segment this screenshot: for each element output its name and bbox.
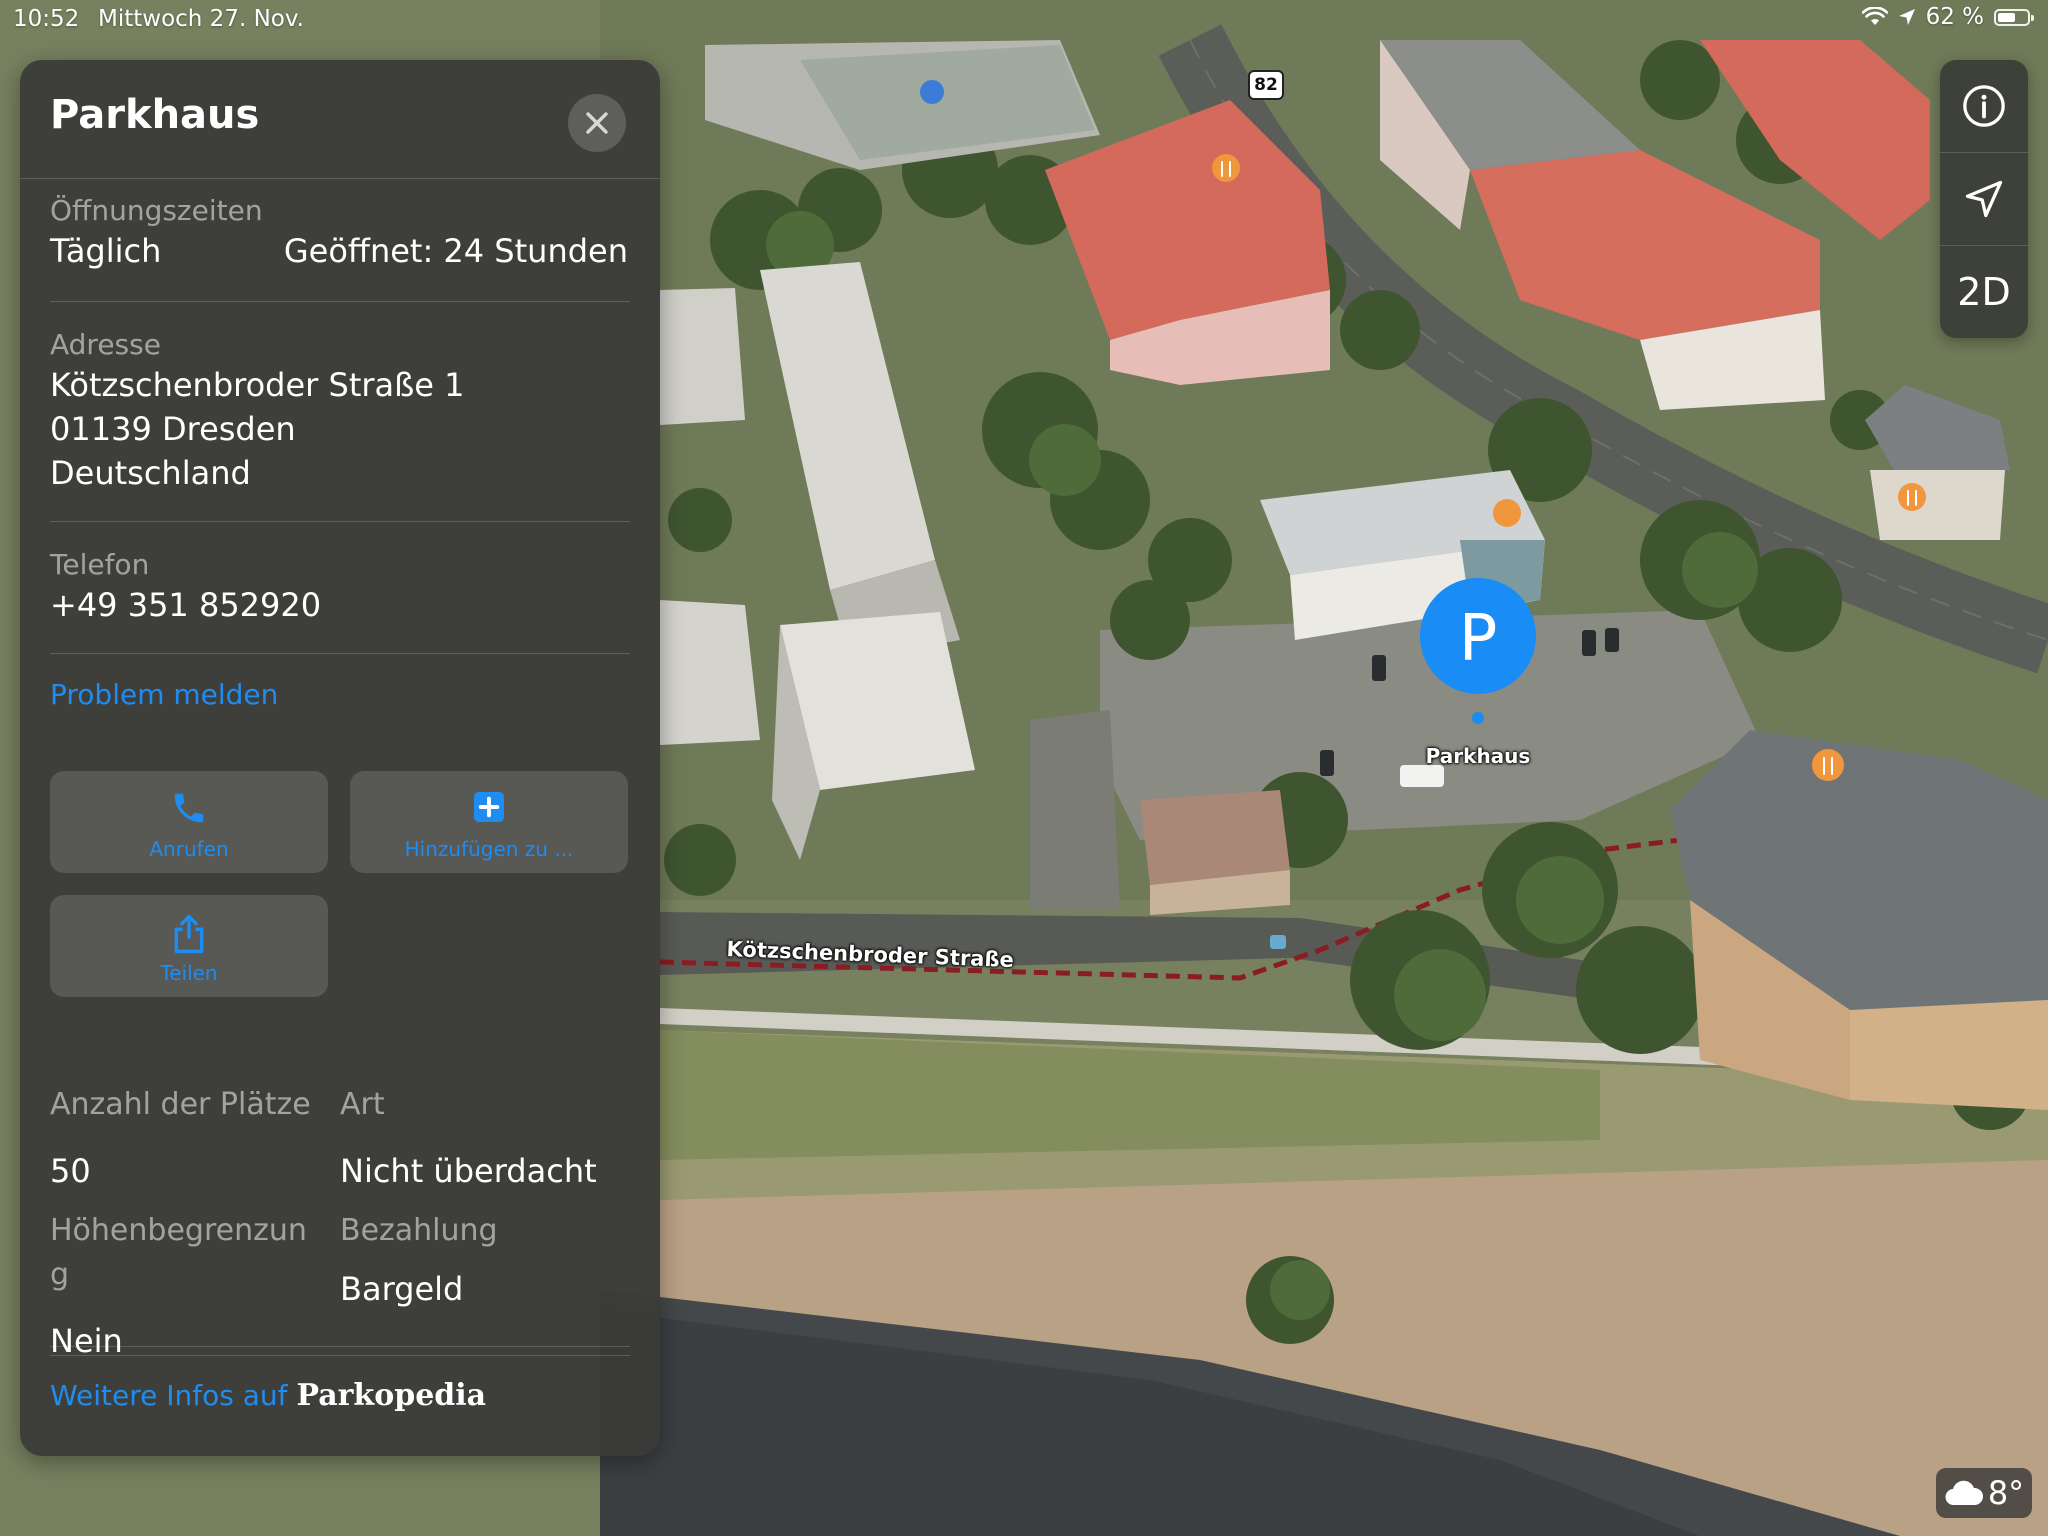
map-mode-button[interactable]: 2D bbox=[1940, 246, 2028, 338]
add-to-button-label: Hinzufügen zu ... bbox=[404, 837, 574, 861]
hours-day: Täglich bbox=[50, 232, 162, 270]
battery-percent: 62 % bbox=[1925, 4, 1984, 30]
more-info-prefix: Weitere Infos auf bbox=[50, 1379, 288, 1412]
weather-badge[interactable]: 8° bbox=[1936, 1468, 2032, 1518]
parkopedia-logo: Parkopedia bbox=[296, 1378, 487, 1413]
divider bbox=[50, 653, 630, 654]
temperature: 8° bbox=[1987, 1474, 2025, 1512]
close-button[interactable] bbox=[568, 94, 626, 152]
map-controls: 2D bbox=[1940, 60, 2028, 338]
height-limit-label: Höhenbegrenzun g bbox=[50, 1213, 307, 1292]
cloud-icon bbox=[1945, 1480, 1983, 1506]
divider bbox=[50, 1346, 630, 1347]
info-icon bbox=[1963, 85, 2005, 127]
hours-value: Geöffnet: 24 Stunden bbox=[283, 232, 628, 270]
status-date: Mittwoch 27. Nov. bbox=[98, 6, 304, 32]
call-button[interactable]: Anrufen bbox=[50, 771, 328, 873]
phone-label: Telefon bbox=[50, 548, 150, 581]
type-label: Art bbox=[340, 1087, 385, 1122]
status-indicators: 62 % bbox=[1861, 4, 2034, 30]
share-icon bbox=[174, 914, 204, 954]
type-value: Nicht überdacht bbox=[340, 1152, 597, 1190]
divider bbox=[50, 1355, 630, 1356]
track-location-button[interactable] bbox=[1940, 153, 2028, 245]
pin-glyph: P bbox=[1459, 602, 1498, 676]
payment-label: Bezahlung bbox=[340, 1213, 498, 1248]
spots-label: Anzahl der Plätze bbox=[50, 1087, 311, 1122]
location-arrow-icon bbox=[1965, 180, 2003, 218]
location-services-icon bbox=[1898, 9, 1915, 25]
phone-number[interactable]: +49 351 852920 bbox=[50, 586, 321, 624]
address-line-3[interactable]: Deutschland bbox=[50, 454, 251, 492]
share-button-label: Teilen bbox=[160, 961, 218, 985]
payment-value: Bargeld bbox=[340, 1270, 464, 1308]
pin-label-text[interactable]: Parkhaus bbox=[1426, 744, 1531, 768]
info-button[interactable] bbox=[1940, 60, 2028, 152]
report-problem-link[interactable]: Problem melden bbox=[50, 678, 278, 711]
battery-icon bbox=[1994, 8, 2034, 26]
map-mode-label: 2D bbox=[1957, 270, 2011, 314]
more-info-link[interactable]: Weitere Infos auf Parkopedia bbox=[50, 1378, 486, 1413]
add-square-icon bbox=[474, 792, 504, 822]
route-shield: 82 bbox=[1248, 70, 1284, 100]
address-line-2[interactable]: 01139 Dresden bbox=[50, 410, 296, 448]
address-label: Adresse bbox=[50, 328, 161, 361]
place-title: Parkhaus bbox=[50, 92, 260, 138]
spots-value: 50 bbox=[50, 1152, 91, 1190]
hours-label: Öffnungszeiten bbox=[50, 194, 263, 227]
wifi-icon bbox=[1861, 7, 1888, 25]
close-icon bbox=[586, 112, 608, 134]
address-line-1[interactable]: Kötzschenbroder Straße 1 bbox=[50, 366, 465, 404]
divider bbox=[50, 301, 630, 302]
place-card: Parkhaus Öffnungszeiten Täglich Geöffnet… bbox=[20, 60, 660, 1456]
divider bbox=[20, 178, 660, 179]
share-button[interactable]: Teilen bbox=[50, 895, 328, 997]
status-time: 10:52 bbox=[13, 6, 80, 32]
status-bar: 10:52 Mittwoch 27. Nov. 62 % bbox=[0, 0, 2048, 40]
call-button-label: Anrufen bbox=[149, 837, 229, 861]
add-to-button[interactable]: Hinzufügen zu ... bbox=[350, 771, 628, 873]
phone-icon bbox=[174, 793, 204, 823]
battery-fill bbox=[1998, 12, 2015, 22]
divider bbox=[50, 521, 630, 522]
